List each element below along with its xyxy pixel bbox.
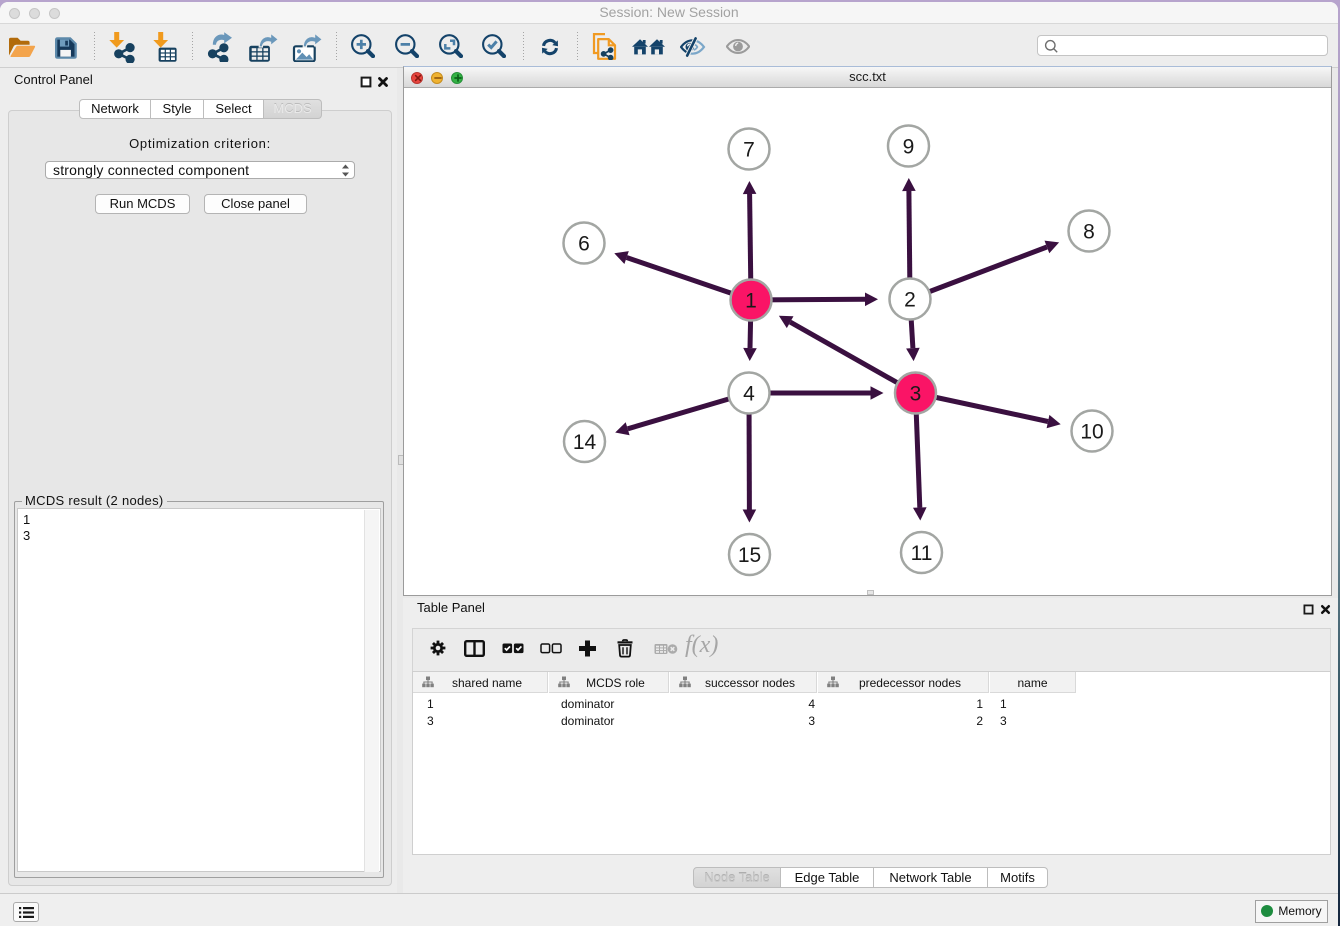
- svg-text:9: 9: [903, 136, 915, 159]
- svg-text:3: 3: [910, 383, 922, 406]
- svg-text:2: 2: [904, 289, 916, 312]
- svg-text:8: 8: [1083, 221, 1095, 244]
- svg-text:14: 14: [573, 431, 597, 454]
- svg-text:4: 4: [743, 383, 755, 406]
- svg-text:10: 10: [1080, 421, 1103, 444]
- svg-text:1: 1: [745, 290, 757, 313]
- svg-text:7: 7: [743, 139, 755, 162]
- svg-text:11: 11: [911, 542, 933, 565]
- svg-text:15: 15: [738, 544, 761, 567]
- svg-text:6: 6: [578, 233, 590, 256]
